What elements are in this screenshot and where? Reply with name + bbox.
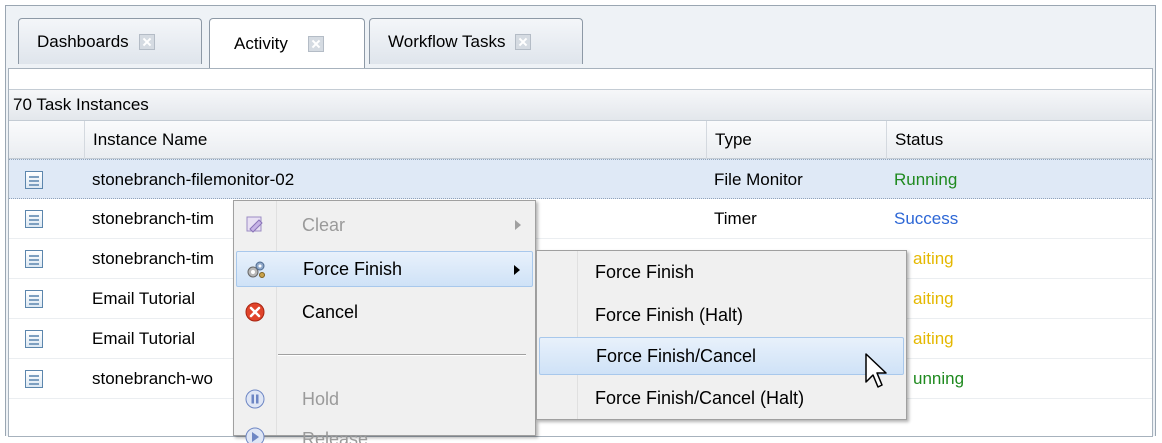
release-icon [245, 427, 265, 443]
tab-workflow-tasks[interactable]: Workflow Tasks [369, 18, 583, 64]
task-instance-icon[interactable] [25, 171, 43, 189]
task-instance-icon[interactable] [25, 370, 43, 388]
eraser-icon [246, 216, 263, 233]
submenu-item-force-finish-halt[interactable]: Force Finish (Halt) [539, 296, 904, 334]
tab-label: Workflow Tasks [388, 31, 506, 51]
gears-icon [247, 261, 265, 278]
close-tab-icon[interactable] [515, 33, 532, 50]
submenu-arrow-icon [514, 265, 520, 275]
context-menu: Clear Force Finish Cancel Hold Release [233, 200, 536, 443]
instance-name-cell: stonebranch-wo [92, 369, 213, 388]
menu-item-clear[interactable]: Clear [236, 207, 533, 243]
status-cell: aiting [913, 329, 954, 348]
menu-item-label: Force Finish/Cancel [596, 345, 757, 366]
task-instance-icon[interactable] [25, 210, 43, 228]
cancel-circle-icon [245, 302, 265, 322]
instance-count-bar: 70 Task Instances [9, 89, 1152, 121]
status-cell: unning [913, 369, 965, 388]
close-tab-icon[interactable] [138, 33, 155, 50]
hold-pause-icon [245, 389, 265, 409]
tab-activity[interactable]: Activity [209, 18, 365, 68]
task-instance-icon[interactable] [25, 330, 43, 348]
menu-item-hold[interactable]: Hold [236, 381, 533, 417]
menu-item-label: Force Finish [303, 258, 403, 279]
task-instance-icon[interactable] [25, 250, 43, 268]
tab-bar: Dashboards Activity Workflow Tasks [6, 6, 1155, 68]
menu-item-cancel[interactable]: Cancel [236, 294, 533, 330]
column-header-icon [9, 121, 84, 159]
menu-item-label: Force Finish [595, 261, 695, 282]
mouse-cursor-icon [865, 353, 887, 388]
grid-header: Instance Name Type Status [9, 121, 1152, 159]
column-header-status[interactable]: Status [886, 121, 1154, 159]
status-cell: aiting [913, 249, 954, 268]
instance-name-cell: Email Tutorial [92, 329, 195, 348]
force-finish-submenu: Force Finish Force Finish (Halt) Force F… [536, 250, 907, 420]
type-cell: Timer [714, 209, 757, 228]
table-row[interactable]: stonebranch-filemonitor-02 File Monitor … [9, 159, 1152, 199]
column-header-label: Instance Name [93, 130, 208, 149]
menu-item-label: Clear [302, 214, 346, 235]
tab-label: Activity [234, 33, 288, 53]
instance-name-cell: Email Tutorial [92, 289, 195, 308]
column-header-instance-name[interactable]: Instance Name [84, 121, 706, 159]
column-header-label: Type [715, 130, 752, 149]
instance-count: 70 Task Instances [13, 95, 149, 114]
submenu-item-force-finish[interactable]: Force Finish [539, 253, 904, 291]
tab-label: Dashboards [37, 31, 129, 51]
status-cell: Running [894, 170, 958, 189]
task-instance-icon[interactable] [25, 290, 43, 308]
menu-item-label: Force Finish/Cancel (Halt) [595, 387, 805, 408]
tab-dashboards[interactable]: Dashboards [18, 18, 202, 64]
menu-item-label: Hold [302, 388, 340, 409]
table-row[interactable]: stonebranch-tim Timer Success [9, 199, 1152, 239]
submenu-arrow-icon [515, 220, 521, 230]
instance-name-cell: stonebranch-tim [92, 249, 214, 268]
menu-item-label: Force Finish (Halt) [595, 304, 744, 325]
submenu-item-force-finish-cancel-halt[interactable]: Force Finish/Cancel (Halt) [539, 379, 904, 417]
close-tab-icon[interactable] [307, 35, 324, 52]
type-cell: File Monitor [714, 170, 803, 189]
column-header-type[interactable]: Type [706, 121, 886, 159]
instance-name-cell: stonebranch-filemonitor-02 [92, 170, 295, 189]
menu-item-label: Cancel [302, 301, 359, 322]
menu-item-label: Release [302, 429, 369, 443]
submenu-item-force-finish-cancel[interactable]: Force Finish/Cancel [539, 337, 904, 375]
menu-item-force-finish[interactable]: Force Finish [236, 251, 533, 287]
menu-item-release[interactable]: Release [236, 423, 533, 443]
menu-separator [278, 354, 526, 356]
panel-header [9, 69, 1152, 89]
instance-name-cell: stonebranch-tim [92, 209, 214, 228]
status-cell: Success [894, 209, 959, 228]
column-header-label: Status [895, 130, 944, 149]
status-cell: aiting [913, 289, 954, 308]
